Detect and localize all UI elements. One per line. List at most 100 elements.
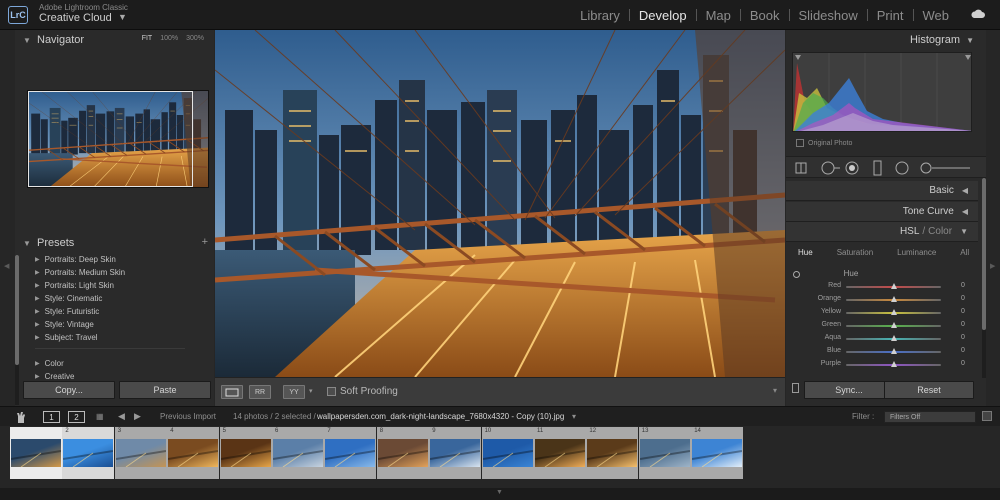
identity-caret-icon[interactable]: ▼ [118,12,127,22]
slider-knob[interactable] [890,283,897,289]
collapse-triangle-icon[interactable]: ▼ [23,36,33,45]
expand-triangle-icon[interactable]: ▶ [35,256,40,263]
tab-saturation[interactable]: Saturation [825,248,885,257]
slider-value[interactable]: 0 [961,347,965,354]
left-panel-toggle-icon[interactable]: ◀ [4,262,9,270]
filter-lock-icon[interactable] [982,411,992,421]
graduated-filter-icon[interactable] [873,160,882,176]
before-after-caret-icon[interactable]: ▾ [309,387,313,395]
hue-slider-row[interactable]: Aqua 0 [786,332,978,345]
loupe-view-button[interactable] [221,385,243,399]
paste-button[interactable]: Paste [119,381,211,399]
cloud-sync-icon[interactable] [970,9,986,19]
slider-value[interactable]: 0 [961,321,965,328]
red-eye-icon[interactable] [845,161,859,175]
collapse-triangle-icon[interactable]: ▼ [23,239,33,248]
expand-triangle-icon[interactable]: ▶ [35,295,40,302]
spot-removal-icon[interactable] [821,161,840,175]
preset-group[interactable]: ▶ Subject: Travel [35,331,125,344]
expand-triangle-icon[interactable]: ▶ [35,282,40,289]
filmstrip-thumbnail[interactable]: 9 [429,427,482,479]
back-arrow-icon[interactable]: ◀ [118,411,125,422]
add-preset-icon[interactable]: + [202,236,208,248]
module-map[interactable]: Map [697,8,740,23]
filmstrip-thumbnail[interactable]: 13 [638,427,691,479]
preset-group[interactable]: ▶ Style: Cinematic [35,292,125,305]
hue-slider-row[interactable]: Yellow 0 [786,306,978,319]
filmstrip-thumbnail[interactable]: 8 [376,427,429,479]
copy-button[interactable]: Copy... [23,381,115,399]
preset-group[interactable]: ▶ Portraits: Light Skin [35,279,125,292]
scrollbar-thumb[interactable] [982,178,986,330]
tone-curve-section-header[interactable]: Tone Curve ◀ [786,202,978,222]
current-filename[interactable]: wallpapersden.com_dark-night-landscape_7… [317,412,564,421]
navigator-view-box[interactable] [28,91,193,187]
soft-proofing-checkbox[interactable] [327,387,336,396]
tab-luminance[interactable]: Luminance [885,248,948,257]
filmstrip-thumbnail[interactable]: 14 [691,427,744,479]
slider-knob[interactable] [890,361,897,367]
radial-filter-icon[interactable] [895,161,909,175]
main-photo[interactable] [215,30,785,377]
zoom-300[interactable]: 300% [186,35,204,42]
source-label[interactable]: Previous Import [160,412,216,421]
histogram-header[interactable]: Histogram ▼ [786,30,986,50]
filmstrip-thumbnail[interactable]: 7 [324,427,377,479]
filmstrip-toggle-icon[interactable]: ▼ [496,489,503,496]
slider-knob[interactable] [890,348,897,354]
basic-section-header[interactable]: Basic ◀ [786,181,978,201]
scrollbar-thumb[interactable] [15,255,19,365]
hue-slider-row[interactable]: Purple 0 [786,358,978,371]
reset-button[interactable]: Reset [884,381,974,399]
grid-view-hand-icon[interactable] [15,410,27,424]
toolbar-options-caret-icon[interactable]: ▾ [773,386,777,395]
hue-slider-row[interactable]: Blue 0 [786,345,978,358]
collapse-triangle-icon[interactable]: ▼ [966,36,974,45]
filmstrip-thumbnail[interactable]: 10 [481,427,534,479]
right-panel-toggle-icon[interactable]: ▶ [990,262,995,270]
preset-group[interactable]: ▶ Style: Vintage [35,318,125,331]
filmstrip-thumbnail[interactable]: 3 [114,427,167,479]
module-print[interactable]: Print [868,8,913,23]
tab-hue[interactable]: Hue [786,248,825,257]
filmstrip-thumbnail[interactable]: 5 [219,427,272,479]
expand-triangle-icon[interactable]: ▶ [35,373,40,380]
expand-triangle-icon[interactable]: ▶ [35,360,40,367]
hue-slider-row[interactable]: Red 0 [786,280,978,293]
slider-value[interactable]: 0 [961,295,965,302]
sync-button[interactable]: Sync... [804,381,894,399]
primary-window-button[interactable]: 1 [43,411,60,423]
presets-header[interactable]: ▼ Presets [15,233,214,253]
expand-triangle-icon[interactable]: ◀ [962,207,968,216]
hsl-title[interactable]: HSL [900,226,919,237]
expand-triangle-icon[interactable]: ▶ [35,334,40,341]
grid-icon[interactable]: ▦ [96,412,104,421]
slider-knob[interactable] [890,309,897,315]
hue-slider-row[interactable]: Orange 0 [786,293,978,306]
identity-plate[interactable]: Creative Cloud [39,12,112,24]
secondary-window-button[interactable]: 2 [68,411,85,423]
module-web[interactable]: Web [914,8,959,23]
slider-value[interactable]: 0 [961,282,965,289]
sync-switch-icon[interactable] [792,383,799,393]
navigator-preview[interactable] [27,90,209,188]
right-panel-scrollbar[interactable] [982,178,986,378]
filmstrip-thumbnail[interactable]: 12 [586,427,639,479]
preset-group[interactable]: ▶ Style: Futuristic [35,305,125,318]
histogram[interactable] [792,52,972,132]
expand-triangle-icon[interactable]: ▶ [35,321,40,328]
module-book[interactable]: Book [741,8,789,23]
slider-knob[interactable] [890,322,897,328]
filmstrip-thumbnail[interactable] [10,427,62,479]
color-title[interactable]: Color [928,226,952,237]
collapse-triangle-icon[interactable]: ▼ [960,227,968,236]
expand-triangle-icon[interactable]: ▶ [35,269,40,276]
before-after-lr-button[interactable]: RR [249,385,271,399]
adjustment-brush-icon[interactable] [920,162,970,174]
preset-group[interactable]: ▶ Portraits: Deep Skin [35,253,125,266]
preset-group[interactable]: ▶ Portraits: Medium Skin [35,266,125,279]
filmstrip-thumbnail[interactable]: 4 [167,427,220,479]
module-library[interactable]: Library [571,8,629,23]
slider-knob[interactable] [890,335,897,341]
slider-knob[interactable] [890,296,897,302]
